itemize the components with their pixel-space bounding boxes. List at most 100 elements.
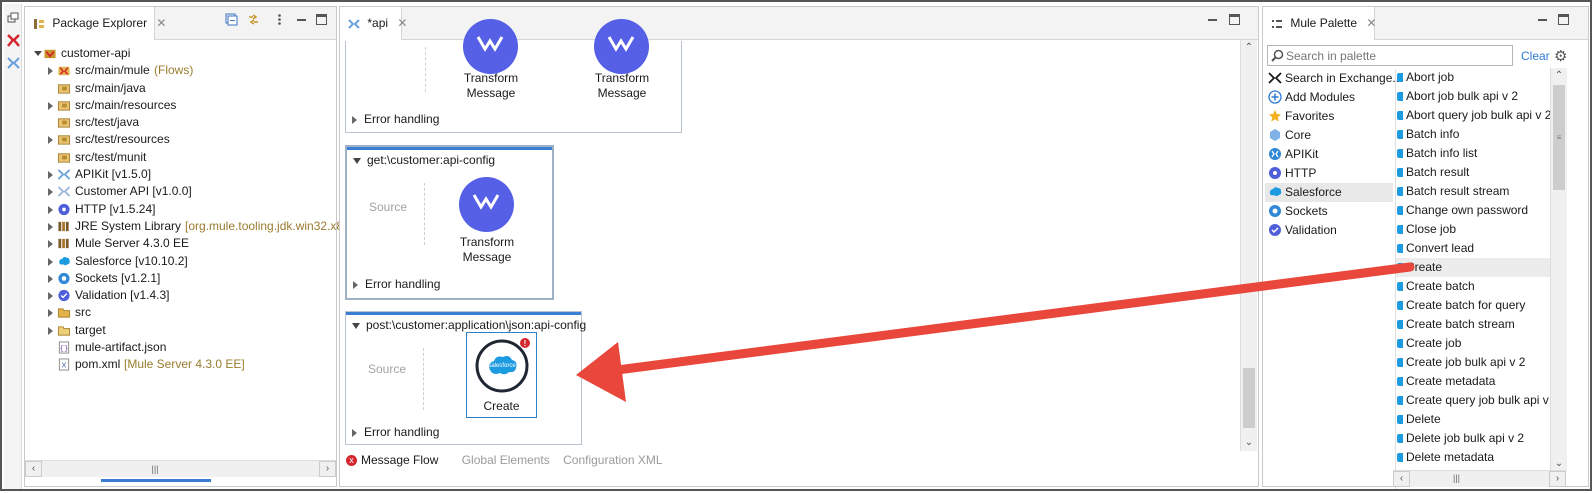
scroll-thumb-grip[interactable]: ||| bbox=[135, 464, 175, 474]
tree-item[interactable]: Mule Server 4.3.0 EE bbox=[33, 235, 334, 252]
palette-search-input[interactable]: Search in palette bbox=[1267, 45, 1513, 66]
scroll-right-icon[interactable]: › bbox=[319, 461, 336, 477]
tree-item[interactable]: src/test/resources bbox=[33, 131, 334, 148]
scroll-up-icon[interactable]: ⌃ bbox=[1241, 40, 1257, 56]
scroll-left-icon[interactable]: ‹ bbox=[1393, 471, 1410, 487]
tab-package-explorer[interactable]: Package Explorer ✕ bbox=[25, 7, 166, 40]
palette-operation[interactable]: Batch info bbox=[1396, 125, 1550, 144]
palette-operation[interactable]: Create metadata bbox=[1396, 372, 1550, 391]
salesforce-create-component[interactable]: salesforce ! Create bbox=[466, 332, 537, 418]
scroll-thumb[interactable]: ≡ bbox=[1553, 85, 1565, 190]
operations-horizontal-scrollbar[interactable]: ‹ ||| › bbox=[1393, 470, 1566, 487]
maximize-icon[interactable] bbox=[1228, 13, 1241, 26]
tab-global-elements[interactable]: Global Elements bbox=[462, 453, 550, 467]
minimize-icon[interactable] bbox=[295, 13, 308, 26]
tree-item[interactable]: customer-api bbox=[33, 45, 334, 62]
tree-item[interactable]: Sockets [v1.2.1] bbox=[33, 270, 334, 287]
collapse-all-icon[interactable] bbox=[225, 13, 238, 26]
palette-operation[interactable]: Create batch for query bbox=[1396, 296, 1550, 315]
palette-operation[interactable]: Create job bulk api v 2 bbox=[1396, 353, 1550, 372]
transform-message-component[interactable] bbox=[463, 19, 518, 74]
collapsed-arrow-icon[interactable] bbox=[48, 188, 53, 197]
collapsed-arrow-icon[interactable] bbox=[48, 222, 53, 231]
tree-item[interactable]: HTTP [v1.5.24] bbox=[33, 201, 334, 218]
collapsed-arrow-icon[interactable] bbox=[48, 171, 53, 180]
tree-item[interactable]: JRE System Library [org.mule.tooling.jdk.… bbox=[33, 218, 350, 235]
gear-icon[interactable]: ⚙ bbox=[1554, 47, 1567, 65]
transform-message-component[interactable] bbox=[459, 177, 514, 232]
tree-item[interactable]: src/main/resources bbox=[33, 97, 334, 114]
palette-operation[interactable]: Abort job bbox=[1396, 68, 1550, 87]
collapsed-arrow-icon[interactable] bbox=[48, 326, 53, 335]
apikit-trim-icon[interactable] bbox=[7, 56, 20, 69]
tree-item[interactable]: APIKit [v1.5.0] bbox=[33, 166, 334, 183]
collapsed-arrow-icon[interactable] bbox=[48, 205, 53, 214]
expanded-arrow-icon[interactable] bbox=[34, 51, 42, 56]
scroll-right-icon[interactable]: › bbox=[1549, 471, 1566, 487]
palette-operation[interactable]: Batch result stream bbox=[1396, 182, 1550, 201]
palette-operation[interactable]: Create job bbox=[1396, 334, 1550, 353]
palette-operation[interactable]: Create batch stream bbox=[1396, 315, 1550, 334]
collapsed-arrow-icon[interactable] bbox=[48, 309, 53, 318]
collapsed-arrow-icon[interactable] bbox=[48, 274, 53, 283]
palette-operation[interactable]: Create batch bbox=[1396, 277, 1550, 296]
error-handling-section[interactable]: Error handling bbox=[352, 112, 439, 126]
tree-item[interactable]: Customer API [v1.0.0] bbox=[33, 183, 334, 200]
palette-category-exchange[interactable]: Search in Exchange... bbox=[1265, 69, 1402, 88]
palette-operation[interactable]: Close job bbox=[1396, 220, 1550, 239]
palette-operation[interactable]: Delete job bulk api v 2 bbox=[1396, 429, 1550, 448]
minimize-icon[interactable] bbox=[1206, 13, 1219, 26]
tab-mule-palette[interactable]: Mule Palette ✕ bbox=[1263, 7, 1376, 40]
collapsed-arrow-icon[interactable] bbox=[48, 292, 53, 301]
palette-operation[interactable]: Create bbox=[1396, 258, 1550, 277]
maximize-icon[interactable] bbox=[315, 13, 328, 26]
palette-category-add[interactable]: Add Modules bbox=[1265, 88, 1393, 107]
palette-operation[interactable]: Batch info list bbox=[1396, 144, 1550, 163]
tree-item[interactable]: src/main/java bbox=[33, 80, 334, 97]
scroll-thumb[interactable] bbox=[1243, 368, 1255, 428]
tree-item[interactable]: src bbox=[33, 304, 334, 321]
tree-item[interactable]: {} mule-artifact.json bbox=[33, 339, 334, 356]
flow-post-customer[interactable]: post:\customer:application\json:api-conf… bbox=[345, 311, 586, 445]
expand-icon[interactable] bbox=[352, 115, 357, 124]
transform-message-component[interactable] bbox=[594, 19, 649, 74]
tree-item[interactable]: src/main/mule (Flows) bbox=[33, 62, 334, 79]
tab-configuration-xml[interactable]: Configuration XML bbox=[563, 453, 662, 467]
expand-icon[interactable] bbox=[352, 428, 357, 437]
tree-horizontal-scrollbar[interactable]: ‹ ||| › bbox=[25, 460, 336, 477]
palette-category-validation[interactable]: Validation bbox=[1265, 221, 1393, 240]
scroll-thumb-grip[interactable]: ||| bbox=[1453, 473, 1460, 483]
tree-item[interactable]: src/test/munit bbox=[33, 149, 334, 166]
palette-operation[interactable]: Change own password bbox=[1396, 201, 1550, 220]
palette-operation[interactable]: Create query job bulk api v 2 bbox=[1396, 391, 1559, 410]
scroll-up-icon[interactable]: ⌃ bbox=[1551, 68, 1567, 84]
clear-button[interactable]: Clear bbox=[1521, 49, 1550, 63]
palette-operation[interactable]: Batch result bbox=[1396, 163, 1550, 182]
palette-operation[interactable]: Delete metadata bbox=[1396, 448, 1550, 467]
palette-operation[interactable]: Convert lead bbox=[1396, 239, 1550, 258]
flow-1[interactable]: Transform Message Transform Message Erro… bbox=[345, 19, 682, 133]
operations-vertical-scrollbar[interactable]: ⌃ ≡ ⌄ bbox=[1550, 68, 1567, 472]
expand-icon[interactable] bbox=[353, 280, 358, 289]
minimize-icon[interactable] bbox=[1536, 13, 1549, 26]
view-menu-icon[interactable] bbox=[273, 13, 286, 26]
palette-category-apikit[interactable]: APIKit bbox=[1265, 145, 1393, 164]
error-handling-section[interactable]: Error handling bbox=[353, 277, 440, 291]
mule-icon[interactable] bbox=[7, 34, 20, 47]
scroll-down-icon[interactable]: ⌄ bbox=[1241, 435, 1257, 451]
close-icon[interactable]: ✕ bbox=[1366, 16, 1376, 30]
palette-category-core[interactable]: Core bbox=[1265, 126, 1393, 145]
collapsed-arrow-icon[interactable] bbox=[48, 240, 53, 249]
link-with-editor-icon[interactable] bbox=[247, 13, 260, 26]
collapsed-arrow-icon[interactable] bbox=[48, 67, 53, 76]
error-handling-section[interactable]: Error handling bbox=[352, 425, 439, 439]
palette-operation[interactable]: Abort job bulk api v 2 bbox=[1396, 87, 1550, 106]
close-icon[interactable]: ✕ bbox=[397, 16, 407, 30]
tab-api[interactable]: *api ✕ bbox=[340, 7, 407, 40]
tree-item[interactable]: Validation [v1.4.3] bbox=[33, 287, 334, 304]
palette-category-salesforce[interactable]: Salesforce bbox=[1265, 183, 1393, 202]
palette-category-sockets[interactable]: Sockets bbox=[1265, 202, 1393, 221]
tab-message-flow[interactable]: x Message Flow bbox=[346, 453, 448, 467]
palette-operation[interactable]: Delete bbox=[1396, 410, 1550, 429]
canvas-vertical-scrollbar[interactable]: ⌃ ⌄ bbox=[1240, 40, 1257, 451]
